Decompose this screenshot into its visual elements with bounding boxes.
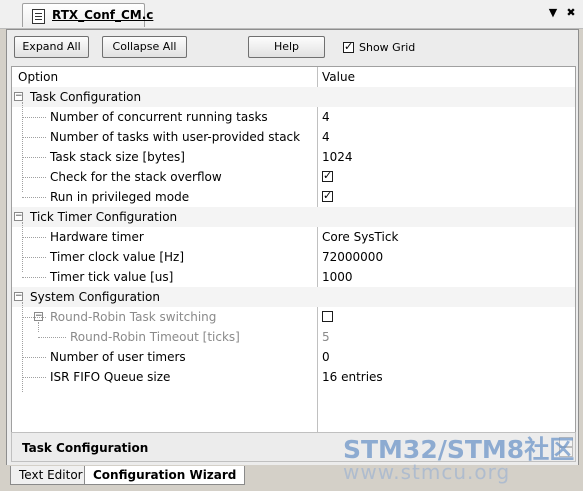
value-column-header[interactable]: Value — [322, 70, 355, 84]
option-column-header[interactable]: Option — [18, 70, 58, 84]
collapse-toggle-icon[interactable]: − — [14, 212, 23, 221]
option-row[interactable]: Number of user timers 0 — [12, 347, 575, 367]
option-value[interactable]: 1000 — [322, 270, 353, 284]
option-value[interactable]: 0 — [322, 350, 330, 364]
editor-titlebar: RTX_Conf_CM.c ▼ ✖ — [0, 0, 583, 29]
group-label: Tick Timer Configuration — [30, 210, 178, 224]
group-row[interactable]: − System Configuration — [12, 287, 575, 307]
tree-connector — [22, 157, 46, 158]
option-row[interactable]: Number of tasks with user-provided stack… — [12, 127, 575, 147]
close-icon[interactable]: ✖ — [564, 6, 578, 20]
file-icon — [32, 9, 45, 24]
option-label: Round-Robin Timeout [ticks] — [70, 330, 240, 344]
show-grid-toggle[interactable]: Show Grid — [343, 40, 415, 56]
group-label: System Configuration — [30, 290, 160, 304]
option-value[interactable]: 72000000 — [322, 250, 383, 264]
table-header: Option Value — [12, 67, 575, 88]
option-row[interactable]: ISR FIFO Queue size 16 entries — [12, 367, 575, 387]
tree-connector — [22, 357, 46, 358]
collapse-all-button[interactable]: Collapse All — [102, 36, 187, 58]
wizard-toolbar: Expand All Collapse All Help Show Grid — [7, 30, 578, 64]
option-value[interactable]: 5 — [322, 330, 330, 344]
option-label: Number of user timers — [50, 350, 186, 364]
option-label: Number of tasks with user-provided stack — [50, 130, 301, 144]
document-tab[interactable]: RTX_Conf_CM.c — [22, 3, 153, 27]
option-value[interactable]: 4 — [322, 130, 330, 144]
option-row[interactable]: Check for the stack overflow — [12, 167, 575, 187]
option-checkbox[interactable] — [322, 189, 333, 202]
option-value[interactable]: Core SysTick — [322, 230, 398, 244]
options-table: Option Value − Task Configuration Number o… — [11, 66, 576, 433]
description-title: Task Configuration — [22, 441, 149, 455]
option-row[interactable]: Number of concurrent running tasks 4 — [12, 107, 575, 127]
expand-all-button[interactable]: Expand All — [14, 36, 89, 58]
option-row[interactable]: Task stack size [bytes] 1024 — [12, 147, 575, 167]
collapse-toggle-icon[interactable]: − — [14, 92, 23, 101]
option-row[interactable]: Timer tick value [us] 1000 — [12, 267, 575, 287]
tree-guide — [22, 222, 23, 272]
option-label: Task stack size [bytes] — [50, 150, 185, 164]
tree-connector — [22, 197, 46, 198]
collapse-toggle-icon[interactable]: − — [14, 292, 23, 301]
option-label: Hardware timer — [50, 230, 144, 244]
option-label: Timer clock value [Hz] — [50, 250, 185, 264]
group-label: Task Configuration — [30, 90, 142, 104]
option-row[interactable]: Run in privileged mode — [12, 187, 575, 207]
group-row[interactable]: − Tick Timer Configuration — [12, 207, 575, 227]
option-label: Number of concurrent running tasks — [50, 110, 268, 124]
watermark: STM32/STM8社区 www.stmcu.org — [343, 430, 574, 484]
option-value[interactable]: 1024 — [322, 150, 353, 164]
group-row[interactable]: − Task Configuration — [12, 87, 575, 107]
option-label: ISR FIFO Queue size — [50, 370, 171, 384]
tree-connector — [22, 377, 46, 378]
option-checkbox — [322, 311, 333, 322]
tree-connector — [22, 137, 46, 138]
tab-configuration-wizard[interactable]: Configuration Wizard — [84, 466, 246, 485]
option-row[interactable]: Round-Robin Timeout [ticks] 5 — [12, 327, 575, 347]
option-label: Run in privileged mode — [50, 190, 190, 204]
tree-connector — [22, 177, 46, 178]
document-tab-title: RTX_Conf_CM.c — [52, 8, 154, 22]
option-row[interactable]: Hardware timer Core SysTick — [12, 227, 575, 247]
column-divider[interactable] — [317, 67, 318, 87]
show-grid-label: Show Grid — [359, 41, 416, 54]
show-grid-checkbox[interactable] — [343, 40, 354, 53]
option-label: Check for the stack overflow — [50, 170, 222, 184]
window-menu-dropdown-icon[interactable]: ▼ — [546, 6, 560, 20]
tree-connector — [22, 257, 46, 258]
option-value[interactable]: 16 entries — [322, 370, 383, 384]
tree-guide — [22, 302, 23, 392]
tree-guide — [38, 322, 39, 332]
tree-connector — [22, 237, 46, 238]
option-value[interactable]: 4 — [322, 110, 330, 124]
tree-guide — [22, 102, 23, 192]
option-checkbox[interactable] — [322, 169, 333, 182]
tree-connector — [22, 117, 46, 118]
tree-connector — [38, 337, 66, 338]
tab-text-editor[interactable]: Text Editor — [10, 466, 92, 485]
option-row[interactable]: − Round-Robin Task switching — [12, 307, 575, 327]
configuration-wizard-panel: Expand All Collapse All Help Show Grid O… — [6, 29, 579, 466]
help-button[interactable]: Help — [248, 36, 325, 58]
tree-connector — [22, 277, 46, 278]
option-label: Round-Robin Task switching — [50, 310, 217, 324]
tree-connector — [22, 317, 46, 318]
option-row[interactable]: Timer clock value [Hz] 72000000 — [12, 247, 575, 267]
option-label: Timer tick value [us] — [50, 270, 174, 284]
